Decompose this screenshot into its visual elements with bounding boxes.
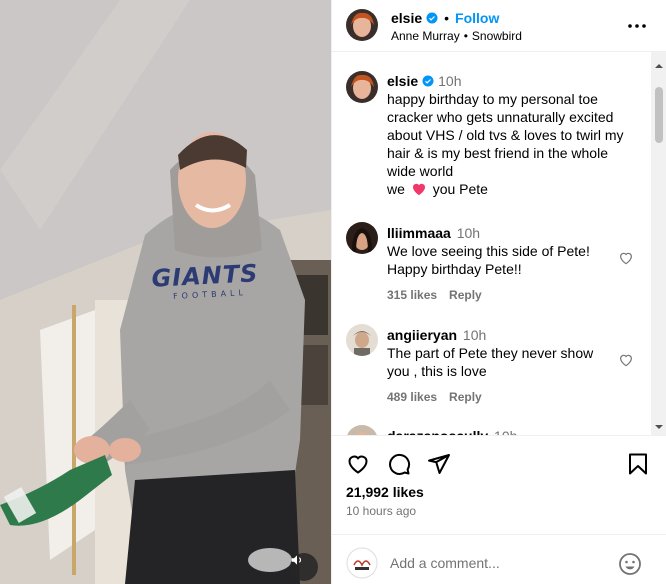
separator-dot: • [463, 29, 468, 43]
comment-time[interactable]: 10h [457, 225, 480, 241]
post-actions [332, 435, 666, 490]
heart-emoji-icon [412, 183, 425, 196]
avatar[interactable] [346, 222, 378, 254]
comment-username[interactable]: lliimmaaa [387, 225, 451, 241]
avatar[interactable] [346, 324, 378, 356]
share-icon[interactable] [427, 452, 451, 476]
caption-username[interactable]: elsie [387, 72, 434, 90]
post-timestamp[interactable]: 10 hours ago [346, 504, 416, 518]
comment-username[interactable]: darazanoscully [387, 428, 488, 435]
speaker-icon [291, 555, 302, 565]
scrollbar[interactable] [651, 52, 666, 435]
comment-body: darazanoscully 10h [387, 427, 617, 435]
post-header: elsie • Follow Anne Murray • Snowbird [332, 0, 666, 52]
comment-time[interactable]: 10h [463, 327, 486, 343]
audio-artist[interactable]: Anne Murray [391, 29, 460, 43]
add-comment-bar [332, 534, 666, 584]
comment-likes[interactable]: 489 likes [387, 388, 437, 406]
caption-line-2: we you Pete [387, 181, 488, 197]
avatar [346, 547, 378, 579]
comment-body: lliimmaaa 10h We love seeing this side o… [387, 224, 617, 304]
header-user-row: elsie • Follow [391, 10, 499, 26]
caption-time[interactable]: 10h [438, 73, 461, 89]
username-link[interactable]: elsie [391, 10, 422, 26]
separator-dot: • [444, 10, 450, 26]
caption: elsie 10h happy birthday to my personal … [387, 72, 637, 198]
post-side-panel: elsie • Follow Anne Murray • Snowbird el… [331, 0, 666, 584]
emoji-icon[interactable] [618, 552, 642, 576]
heart-icon[interactable] [618, 352, 634, 368]
follow-button[interactable]: Follow [455, 10, 499, 26]
comment-username[interactable]: angiieryan [387, 327, 457, 343]
avatar[interactable] [346, 425, 378, 435]
avatar[interactable] [346, 71, 378, 103]
scroll-up-icon[interactable] [655, 62, 663, 70]
like-icon[interactable] [346, 452, 370, 476]
more-icon [628, 24, 646, 28]
verified-icon [426, 12, 438, 24]
audio-title[interactable]: Snowbird [472, 29, 522, 43]
avatar[interactable] [346, 9, 378, 41]
comment-likes[interactable]: 315 likes [387, 286, 437, 304]
comment-body: angiieryan 10h The part of Pete they nev… [387, 326, 617, 406]
comment-time[interactable]: 10h [494, 428, 517, 435]
caption-text: happy birthday to my personal toe cracke… [387, 91, 628, 179]
more-options-button[interactable] [625, 14, 649, 38]
audio-toggle-button[interactable] [290, 553, 318, 581]
save-icon[interactable] [626, 452, 650, 476]
comments-list[interactable]: elsie 10h happy birthday to my personal … [332, 52, 666, 435]
scrollbar-thumb[interactable] [655, 87, 663, 143]
comment-text: We love seeing this side of Pete! Happy … [387, 243, 594, 277]
heart-icon[interactable] [618, 250, 634, 266]
comment-text: The part of Pete they never show you , t… [387, 345, 598, 379]
reply-button[interactable]: Reply [449, 388, 482, 406]
comment-icon[interactable] [387, 452, 411, 476]
reply-button[interactable]: Reply [449, 286, 482, 304]
audio-attribution[interactable]: Anne Murray • Snowbird [391, 29, 522, 43]
post-media[interactable]: GIANTS FOOTBALL [0, 0, 331, 584]
comment-input[interactable] [390, 552, 620, 574]
verified-icon [422, 75, 434, 87]
likes-count[interactable]: 21,992 likes [346, 484, 424, 500]
scroll-down-icon[interactable] [655, 423, 663, 431]
